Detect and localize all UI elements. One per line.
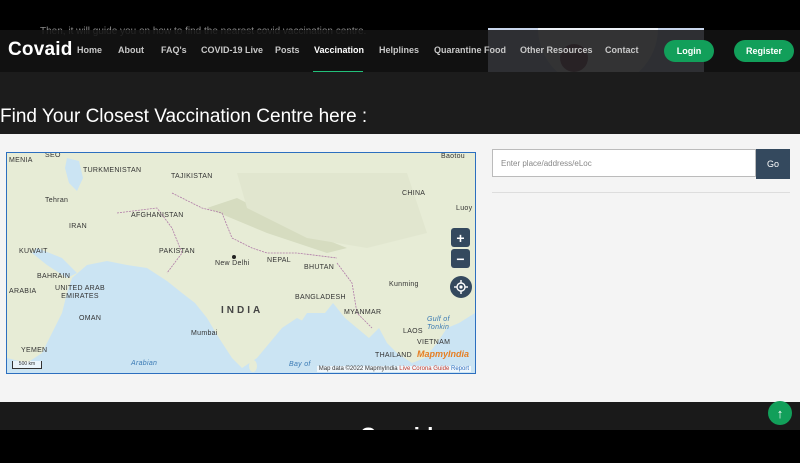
map-label-afghanistan: AFGHANISTAN — [131, 212, 184, 219]
nav-quarantine-food[interactable]: Quarantine Food — [434, 45, 506, 55]
map-label-new-delhi: New Delhi — [215, 260, 250, 267]
attribution-text: Map data ©2022 MapmyIndia — [318, 366, 398, 372]
map-attribution: Map data ©2022 MapmyIndia Live Corona Gu… — [316, 366, 471, 372]
nav-faqs[interactable]: FAQ's — [161, 45, 187, 55]
map-label-gulf: Gulf of Tonkin — [427, 316, 450, 331]
nav-other-resources[interactable]: Other Resources — [520, 45, 593, 55]
map-marker-capital — [232, 255, 236, 259]
map-label-arabian-sea: Arabian — [131, 360, 158, 367]
arrow-up-icon: ↑ — [776, 405, 784, 421]
nav-about[interactable]: About — [118, 45, 144, 55]
go-button[interactable]: Go — [756, 149, 790, 179]
map-label-pakistan: PAKISTAN — [159, 248, 195, 255]
results-divider — [492, 192, 790, 193]
corona-guide-link[interactable]: Live Corona Guide — [399, 366, 449, 372]
map-label-luoy: Luoy — [456, 205, 473, 212]
nav-covid-live[interactable]: COVID-19 Live — [201, 45, 263, 55]
vaccination-finder: MENIA SEO TURKMENISTAN TAJIKISTAN Tehran… — [0, 134, 800, 402]
map-label-turkmenistan: TURKMENISTAN — [83, 167, 142, 174]
map-label-vietnam: VIETNAM — [417, 339, 451, 346]
map-label-baotou: Baotou — [441, 153, 465, 160]
map-label-iran: IRAN — [69, 223, 87, 230]
mapmyindia-logo: MapmyIndia — [416, 349, 469, 359]
map[interactable]: MENIA SEO TURKMENISTAN TAJIKISTAN Tehran… — [6, 152, 476, 374]
map-label-nepal: NEPAL — [267, 257, 291, 264]
locate-button[interactable] — [450, 276, 472, 298]
page: Then, it will guide you on how to find t… — [0, 0, 800, 463]
map-label-kunming: Kunming — [389, 281, 419, 288]
map-label-kuwait: KUWAIT — [19, 248, 48, 255]
screen-bottom-bar — [0, 430, 800, 463]
zoom-in-button[interactable]: + — [451, 228, 470, 247]
map-label-oman: OMAN — [79, 315, 102, 322]
map-label-seo: SEO — [45, 152, 61, 159]
scroll-to-top-button[interactable]: ↑ — [768, 401, 792, 425]
nav-vaccination[interactable]: Vaccination — [314, 45, 364, 55]
brand-logo[interactable]: Covaid — [8, 39, 73, 61]
map-label-yemen: YEMEN — [21, 347, 48, 354]
map-label-thailand: THAILAND — [375, 352, 413, 359]
report-link[interactable]: Report — [451, 366, 469, 372]
location-search-input[interactable] — [492, 149, 756, 177]
map-label-india: INDIA — [221, 305, 264, 316]
login-button[interactable]: Login — [664, 40, 714, 62]
map-label-tajikistan: TAJIKISTAN — [171, 173, 213, 180]
nav-home[interactable]: Home — [77, 45, 102, 55]
nav-helplines[interactable]: Helplines — [379, 45, 419, 55]
map-label-uae: UNITED ARAB EMIRATES — [55, 285, 105, 300]
page-title: Find Your Closest Vaccination Centre her… — [0, 106, 368, 127]
map-label-arabia: ARABIA — [9, 288, 37, 295]
map-label-bhutan: BHUTAN — [304, 264, 335, 271]
map-label-bahrain: BAHRAIN — [37, 273, 71, 280]
map-label-china: CHINA — [402, 190, 426, 197]
nav-contact[interactable]: Contact — [605, 45, 639, 55]
map-scale: 500 km — [12, 361, 42, 369]
map-label-myanmar: MYANMAR — [344, 309, 382, 316]
map-label-bangladesh: BANGLADESH — [295, 294, 346, 301]
navbar: Covaid Home About FAQ's COVID-19 Live Po… — [0, 30, 800, 73]
nav-posts[interactable]: Posts — [275, 45, 300, 55]
zoom-out-button[interactable]: − — [451, 249, 470, 268]
map-label-mumbai: Mumbai — [191, 330, 218, 337]
crosshair-icon — [454, 280, 468, 294]
map-label-menia: MENIA — [9, 157, 33, 164]
map-label-laos: LAOS — [403, 328, 423, 335]
map-label-bay: Bay of — [289, 361, 311, 368]
register-button[interactable]: Register — [734, 40, 794, 62]
map-label-tehran: Tehran — [45, 197, 69, 204]
